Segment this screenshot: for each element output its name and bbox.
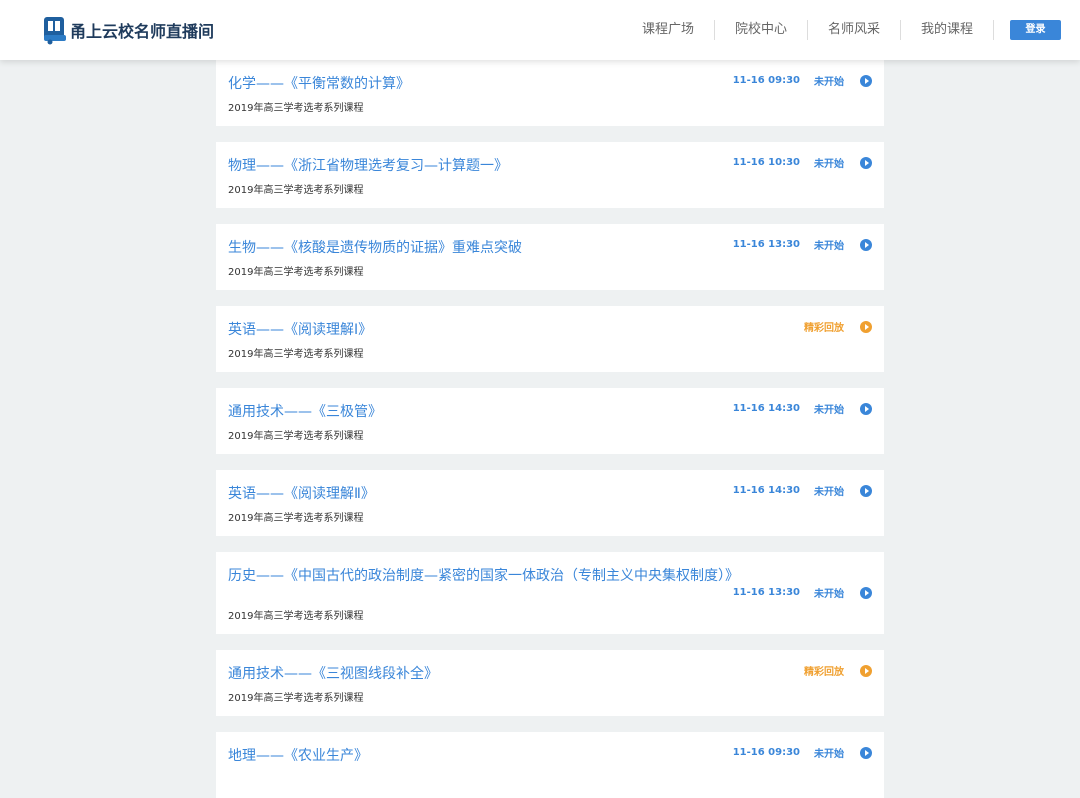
course-time: 11-16 09:30	[732, 75, 800, 86]
course-card[interactable]: 地理——《农业生产》 11-16 09:30 未开始	[216, 732, 884, 798]
course-title[interactable]: 物理——《浙江省物理选考复习—计算题一》	[228, 155, 508, 175]
course-time: 11-16 13:30	[732, 239, 800, 250]
course-title[interactable]: 英语——《阅读理解Ⅱ》	[228, 483, 375, 503]
course-subtitle: 2019年高三学考选考系列课程	[228, 693, 364, 704]
course-status: 未开始	[814, 487, 844, 498]
course-title[interactable]: 通用技术——《三视图线段补全》	[228, 663, 438, 683]
top-header: 甬上云校名师直播间 课程广场 院校中心 名师风采 我的课程 登录	[0, 0, 1080, 60]
course-time: 11-16 14:30	[732, 485, 800, 496]
nav-school-center[interactable]: 院校中心	[715, 20, 808, 40]
course-status: 未开始	[814, 241, 844, 252]
play-icon[interactable]	[860, 320, 872, 333]
course-subtitle: 2019年高三学考选考系列课程	[228, 185, 364, 196]
course-meta: 11-16 14:30 未开始	[733, 483, 872, 498]
nav-my-courses[interactable]: 我的课程	[901, 20, 994, 40]
course-time: 11-16 09:30	[732, 747, 800, 758]
course-meta: 11-16 09:30 未开始	[733, 73, 872, 88]
course-card[interactable]: 通用技术——《三视图线段补全》 2019年高三学考选考系列课程 精彩回放	[216, 650, 884, 716]
course-status: 未开始	[814, 159, 844, 170]
course-time: 11-16 13:30	[732, 587, 800, 598]
play-icon[interactable]	[860, 664, 872, 677]
logo-text: 甬上云校名师直播间	[70, 22, 215, 41]
course-meta: 11-16 09:30 未开始	[733, 745, 872, 760]
course-meta: 精彩回放	[804, 319, 872, 334]
play-icon[interactable]	[860, 484, 872, 497]
course-time: 11-16 14:30	[732, 403, 800, 414]
play-icon[interactable]	[860, 402, 872, 415]
course-time: 11-16 10:30	[732, 157, 800, 168]
course-card[interactable]: 通用技术——《三极管》 2019年高三学考选考系列课程 11-16 14:30 未开始	[216, 388, 884, 454]
course-subtitle: 2019年高三学考选考系列课程	[228, 431, 364, 442]
course-card[interactable]: 英语——《阅读理解Ⅰ》 2019年高三学考选考系列课程 精彩回放	[216, 306, 884, 372]
course-title[interactable]: 通用技术——《三极管》	[228, 401, 382, 421]
course-status: 未开始	[814, 589, 844, 600]
course-subtitle: 2019年高三学考选考系列课程	[228, 611, 364, 622]
logo-book-icon	[42, 15, 68, 45]
replay-status[interactable]: 精彩回放	[804, 319, 844, 334]
course-title[interactable]: 生物——《核酸是遗传物质的证据》重难点突破	[228, 237, 522, 257]
course-title[interactable]: 化学——《平衡常数的计算》	[228, 73, 410, 93]
course-status: 未开始	[814, 749, 844, 760]
course-card[interactable]: 英语——《阅读理解Ⅱ》 2019年高三学考选考系列课程 11-16 14:30 未开始	[216, 470, 884, 536]
login-button[interactable]: 登录	[1010, 20, 1061, 40]
replay-status[interactable]: 精彩回放	[804, 663, 844, 678]
course-title[interactable]: 英语——《阅读理解Ⅰ》	[228, 319, 372, 339]
course-status: 未开始	[814, 77, 844, 88]
course-card[interactable]: 物理——《浙江省物理选考复习—计算题一》 2019年高三学考选考系列课程 11-16…	[216, 142, 884, 208]
course-meta: 11-16 10:30 未开始	[733, 155, 872, 170]
course-card[interactable]: 生物——《核酸是遗传物质的证据》重难点突破 2019年高三学考选考系列课程 11-1…	[216, 224, 884, 290]
course-subtitle: 2019年高三学考选考系列课程	[228, 513, 364, 524]
site-logo[interactable]: 甬上云校名师直播间	[42, 14, 214, 46]
course-card[interactable]: 化学——《平衡常数的计算》 2019年高三学考选考系列课程 11-16 09:30 未…	[216, 60, 884, 126]
course-subtitle: 2019年高三学考选考系列课程	[228, 267, 364, 278]
main-nav: 课程广场 院校中心 名师风采 我的课程 登录	[622, 0, 1080, 60]
play-icon[interactable]	[860, 586, 872, 599]
course-meta: 11-16 14:30 未开始	[733, 401, 872, 416]
course-meta: 精彩回放	[804, 663, 872, 678]
play-icon[interactable]	[860, 74, 872, 87]
play-icon[interactable]	[860, 156, 872, 169]
play-icon[interactable]	[860, 238, 872, 251]
course-card[interactable]: 历史——《中国古代的政治制度—紧密的国家一体政治（专制主义中央集权制度）》 201…	[216, 552, 884, 634]
course-title[interactable]: 地理——《农业生产》	[228, 745, 368, 765]
course-subtitle: 2019年高三学考选考系列课程	[228, 103, 364, 114]
course-status: 未开始	[814, 405, 844, 416]
nav-teacher-showcase[interactable]: 名师风采	[808, 20, 901, 40]
course-meta: 11-16 13:30 未开始	[733, 237, 872, 252]
nav-course-square[interactable]: 课程广场	[622, 20, 715, 40]
play-icon[interactable]	[860, 746, 872, 759]
course-subtitle: 2019年高三学考选考系列课程	[228, 349, 364, 360]
course-meta: 11-16 13:30 未开始	[733, 585, 872, 600]
course-title[interactable]: 历史——《中国古代的政治制度—紧密的国家一体政治（专制主义中央集权制度）》	[228, 565, 739, 585]
